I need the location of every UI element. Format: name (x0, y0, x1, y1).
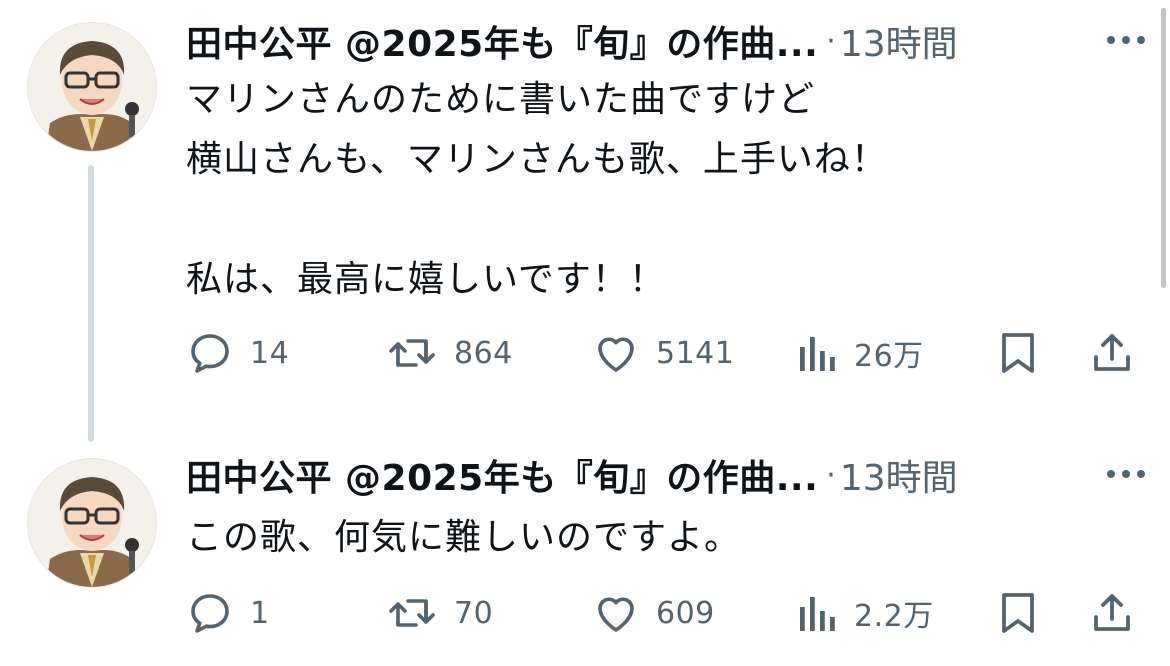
share-upload-icon (1094, 334, 1130, 371)
more-button[interactable] (1104, 454, 1148, 494)
retweet-arrows-icon (389, 339, 435, 367)
speech-bubble-icon (191, 594, 229, 633)
share-upload-icon (1094, 594, 1130, 631)
tweet-text: この歌、何気に難しいのですよ。 (186, 508, 1130, 568)
tweet-text: マリンさんのために書いた曲ですけど 横山さんも、マリンさんも歌、上手いね！ 私は… (186, 70, 1130, 310)
views-count: 2.2万 (854, 599, 934, 634)
avatar[interactable] (27, 22, 157, 152)
reply-count: 14 (250, 335, 290, 371)
thread-connector-line (88, 165, 94, 442)
more-button[interactable] (1104, 20, 1148, 60)
heart-icon (598, 597, 634, 632)
timestamp[interactable]: 13時間 (840, 449, 958, 501)
reply-button[interactable]: 1 (186, 587, 270, 639)
timestamp[interactable]: 13時間 (840, 15, 958, 67)
like-count: 609 (656, 595, 715, 631)
views-button[interactable]: 2.2万 (798, 587, 934, 639)
views-button[interactable]: 26万 (798, 327, 924, 379)
like-button[interactable]: 5141 (592, 327, 734, 379)
author-display-name[interactable]: 田中公平 @2025年も『旬』の作曲... (186, 449, 818, 501)
speech-bubble-icon (191, 334, 229, 373)
bar-chart-icon (800, 337, 835, 371)
reply-count: 1 (250, 595, 270, 631)
heart-icon (598, 337, 634, 372)
bookmark-icon (1002, 593, 1034, 633)
share-button[interactable] (1090, 587, 1134, 639)
separator-dot: · (826, 457, 836, 493)
retweet-arrows-icon (389, 599, 435, 627)
retweet-button[interactable]: 864 (386, 327, 513, 379)
tweet-text-line: この歌、何気に難しいのですよ。 (186, 517, 742, 558)
bar-chart-icon (800, 597, 835, 631)
like-button[interactable]: 609 (592, 587, 715, 639)
tweet-text-line: 横山さんも、マリンさんも歌、上手いね！ (186, 139, 888, 180)
avatar-illustration-icon (28, 459, 156, 587)
bookmark-button[interactable] (998, 327, 1038, 379)
retweet-count: 70 (454, 595, 494, 631)
tweet-text-line (186, 190, 1130, 250)
more-dots-icon (1107, 470, 1145, 478)
like-count: 5141 (656, 335, 735, 371)
more-dots-icon (1107, 36, 1145, 44)
tweet-text-line: マリンさんのために書いた曲ですけど (186, 79, 816, 120)
scrollbar[interactable] (1161, 8, 1166, 288)
bookmark-button[interactable] (998, 587, 1038, 639)
avatar[interactable] (27, 458, 157, 588)
retweet-button[interactable]: 70 (386, 587, 493, 639)
tweet-header: 田中公平 @2025年も『旬』の作曲... · 13時間 (186, 450, 1140, 500)
bookmark-icon (1002, 333, 1034, 373)
tweet-header: 田中公平 @2025年も『旬』の作曲... · 13時間 (186, 16, 1140, 66)
tweet-text-line: 私は、最高に嬉しいです！！ (186, 259, 666, 300)
views-count: 26万 (854, 339, 924, 374)
separator-dot: · (826, 23, 836, 59)
tweet-actions: 14 864 5141 26万 (186, 327, 1146, 379)
avatar-illustration-icon (28, 23, 156, 151)
tweet-actions: 1 70 609 2.2万 (186, 587, 1146, 639)
author-display-name[interactable]: 田中公平 @2025年も『旬』の作曲... (186, 15, 818, 67)
share-button[interactable] (1090, 327, 1134, 379)
retweet-count: 864 (454, 335, 513, 371)
reply-button[interactable]: 14 (186, 327, 289, 379)
